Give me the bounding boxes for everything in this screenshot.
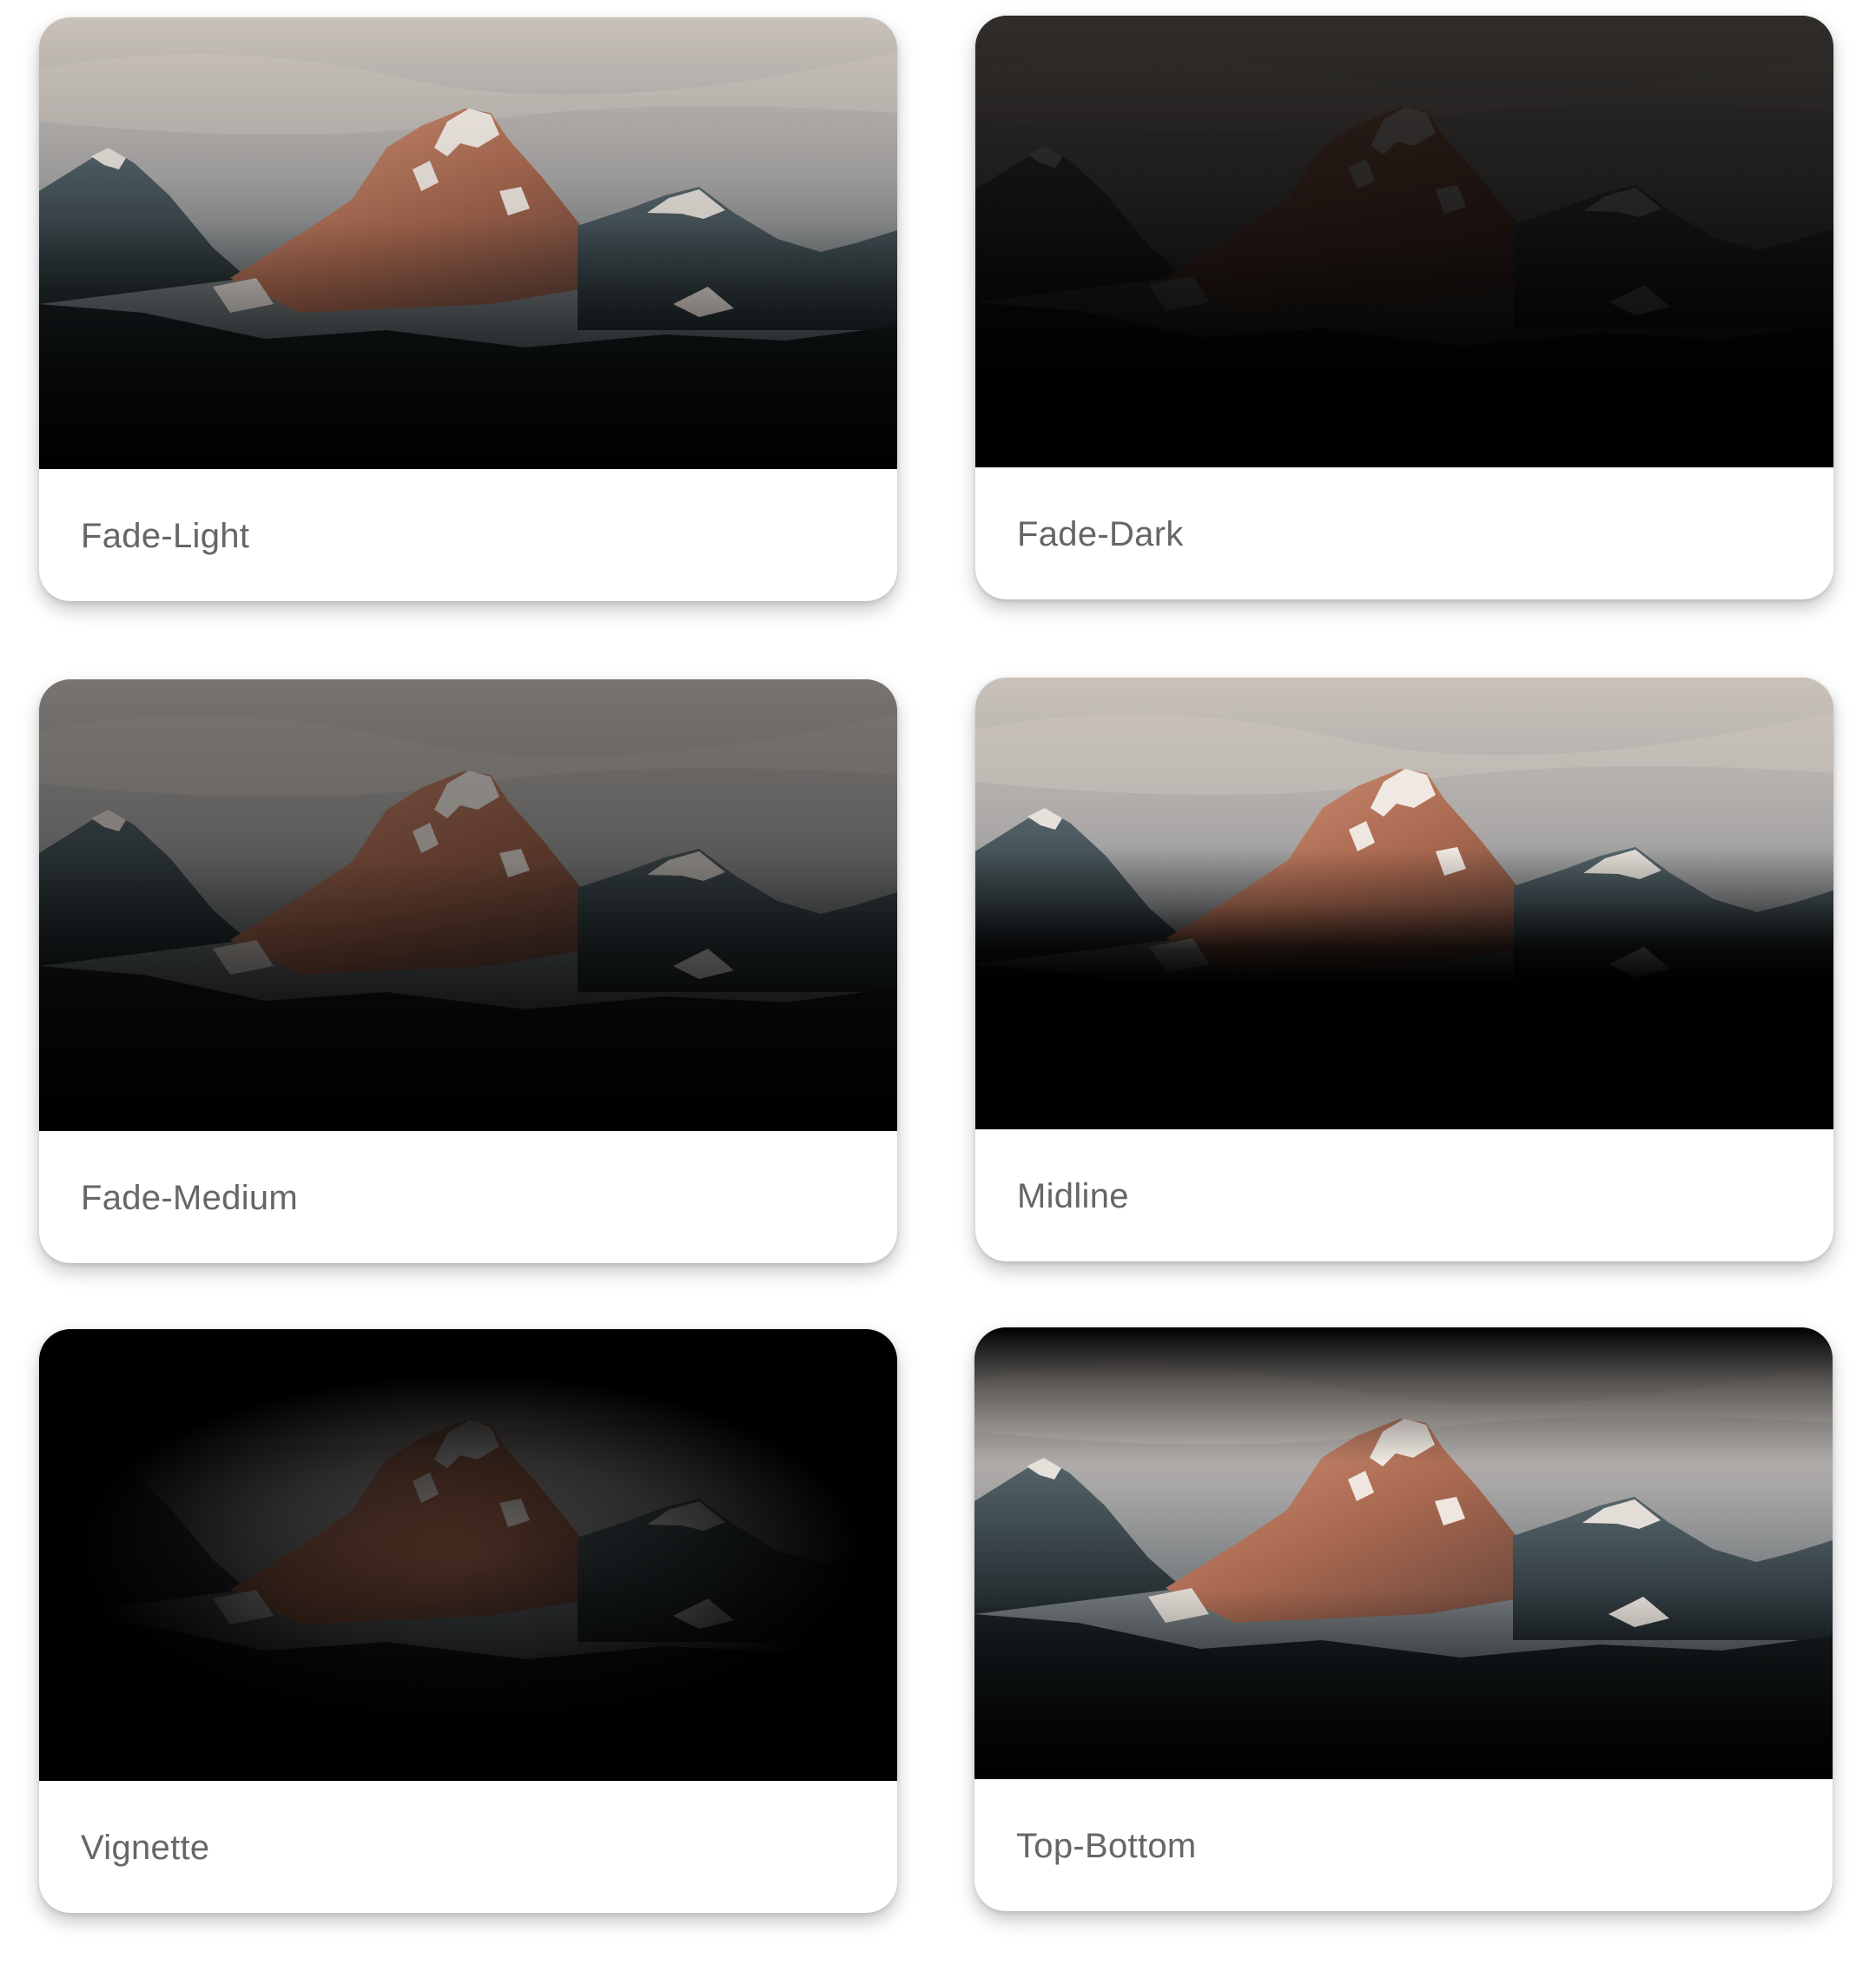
card-label: Fade-Light <box>81 517 250 555</box>
mountain-image <box>974 1327 1833 1779</box>
fade-dark-overlay <box>975 16 1833 467</box>
mountain-image <box>975 678 1833 1129</box>
mountain-image <box>39 1329 897 1781</box>
overlay-card-top-bottom[interactable]: Top-Bottom <box>974 1327 1833 1911</box>
overlay-card-vignette[interactable]: Vignette <box>39 1329 897 1913</box>
card-label: Vignette <box>81 1829 210 1867</box>
mountain-image <box>39 17 897 469</box>
card-label: Midline <box>1017 1177 1129 1215</box>
vignette-overlay <box>39 1329 897 1781</box>
overlay-card-fade-light[interactable]: Fade-Light <box>39 17 897 601</box>
fade-light-overlay <box>39 17 897 469</box>
mountain-image <box>975 16 1833 467</box>
overlay-card-fade-medium[interactable]: Fade-Medium <box>39 679 897 1263</box>
card-label: Fade-Dark <box>1017 515 1184 553</box>
fade-medium-overlay <box>39 679 897 1131</box>
overlay-card-fade-dark[interactable]: Fade-Dark <box>975 16 1833 599</box>
mountain-image <box>39 679 897 1131</box>
midline-overlay <box>975 678 1833 1129</box>
overlay-card-midline[interactable]: Midline <box>975 678 1833 1261</box>
card-label: Fade-Medium <box>81 1179 299 1217</box>
card-label: Top-Bottom <box>1016 1827 1197 1865</box>
top-bottom-overlay <box>974 1327 1833 1779</box>
